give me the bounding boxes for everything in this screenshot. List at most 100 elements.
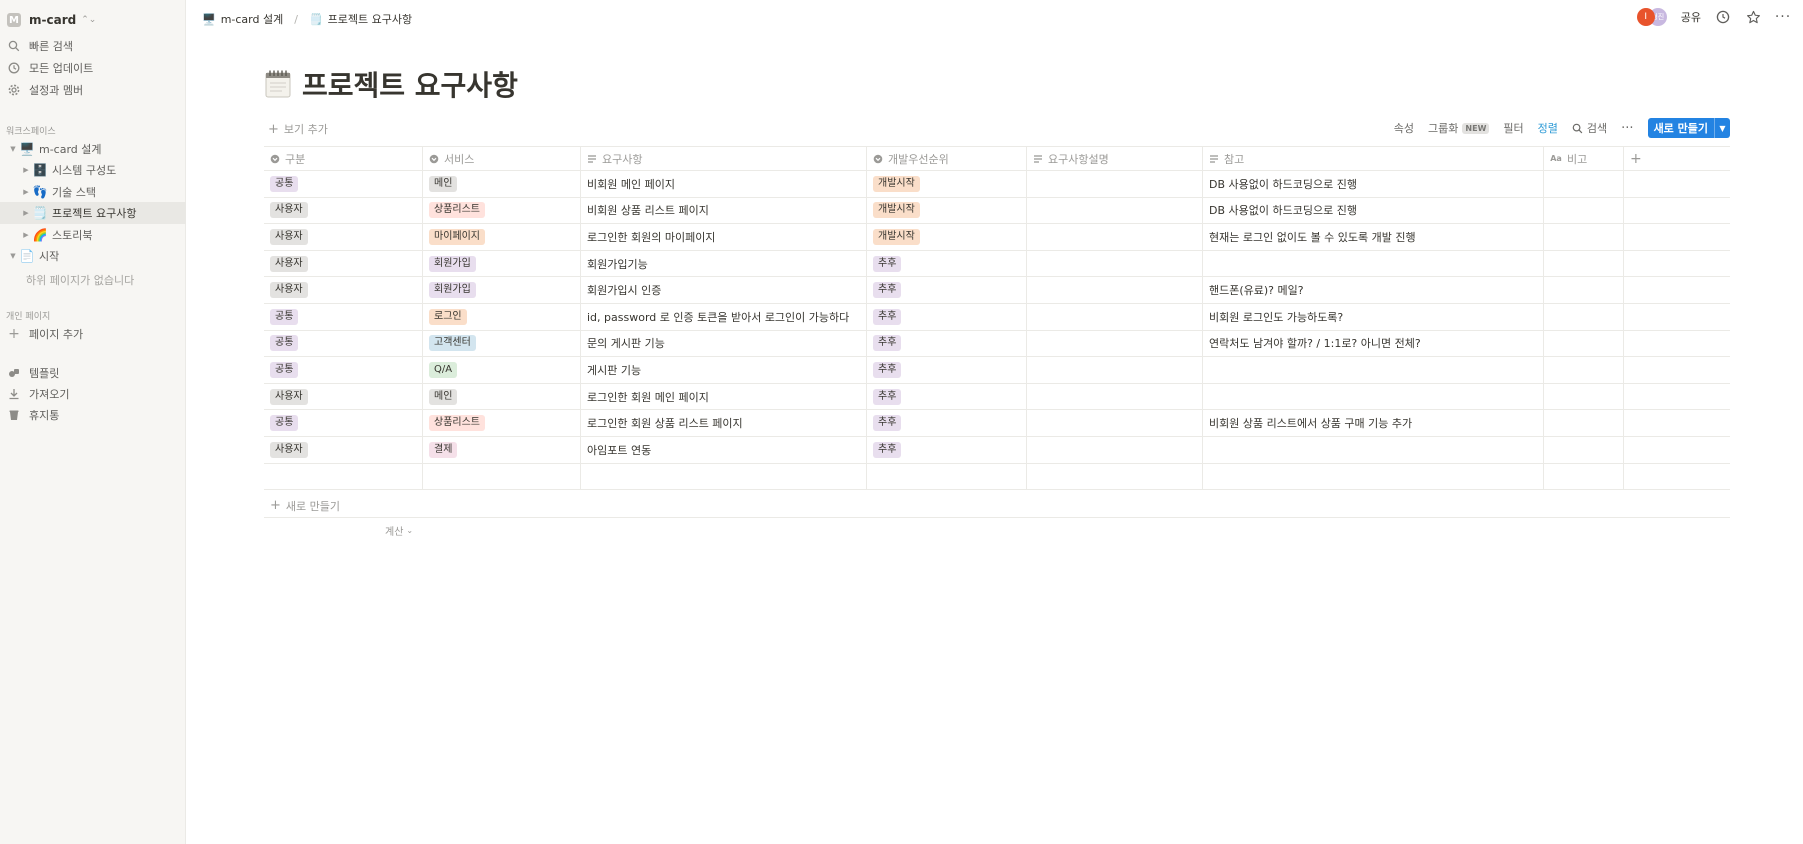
new-button[interactable]: 새로 만들기 ▼ [1647, 118, 1730, 138]
service-cell[interactable]: 상품리스트 [423, 197, 581, 224]
table-cell[interactable] [867, 463, 1027, 490]
description-cell[interactable] [1027, 436, 1203, 463]
category-cell[interactable]: 공통 [264, 303, 423, 330]
table-row[interactable]: 공통 고객센터 문의 게시판 기능 추후 연락처도 남겨야 할까? / 1:1로? 아니… [264, 330, 1730, 358]
priority-cell[interactable]: 추후 [867, 250, 1027, 277]
table-cell[interactable] [1544, 463, 1624, 490]
priority-cell[interactable]: 추후 [867, 410, 1027, 436]
sidebar-item-trash[interactable]: 휴지통 [0, 404, 186, 426]
sidebar-item-start[interactable]: ▼ 📄 시작 [0, 245, 186, 267]
description-cell[interactable] [1027, 171, 1203, 197]
note-cell[interactable] [1203, 383, 1544, 410]
table-row[interactable]: 공통 메인 비회원 메인 페이지 개발시작 DB 사용없이 하드코딩으로 진행 [264, 171, 1730, 198]
chevron-down-icon[interactable]: ▼ [1714, 118, 1730, 138]
remark-cell[interactable] [1544, 303, 1624, 330]
table-row[interactable]: 사용자 메인 로그인한 회원 메인 페이지 추후 [264, 383, 1730, 411]
caret-right-icon[interactable]: ▶ [20, 188, 32, 196]
remark-cell[interactable] [1544, 357, 1624, 383]
more-options-icon[interactable]: ··· [1775, 9, 1791, 25]
star-icon[interactable] [1745, 9, 1761, 25]
description-cell[interactable] [1027, 303, 1203, 330]
category-cell[interactable]: 사용자 [264, 383, 423, 410]
description-cell[interactable] [1027, 357, 1203, 383]
workspace-switcher[interactable]: M m-card ⌃⌄ [7, 10, 96, 30]
note-cell[interactable] [1203, 250, 1544, 277]
requirement-cell[interactable]: 로그인한 회원 메인 페이지 [581, 383, 867, 410]
share-button[interactable]: 공유 [1681, 9, 1701, 25]
note-cell[interactable]: 현재는 로그인 없이도 볼 수 있도록 개발 진행 [1203, 224, 1544, 250]
table-cell[interactable] [1027, 463, 1203, 490]
empty-row[interactable] [264, 463, 1730, 491]
add-page-button[interactable]: + 페이지 추가 [0, 323, 186, 345]
service-cell[interactable]: Q/A [423, 357, 581, 383]
category-cell[interactable]: 사용자 [264, 197, 423, 224]
table-cell[interactable] [423, 463, 581, 490]
description-cell[interactable] [1027, 277, 1203, 303]
requirement-cell[interactable]: 회원가입기능 [581, 250, 867, 277]
remark-cell[interactable] [1544, 197, 1624, 224]
sort-button[interactable]: 정렬 [1538, 120, 1558, 136]
new-button-label[interactable]: 새로 만들기 [1648, 118, 1714, 138]
remark-cell[interactable] [1544, 383, 1624, 410]
add-column-button[interactable]: + [1624, 147, 1730, 170]
note-cell[interactable]: 비회원 로그인도 가능하도록? [1203, 303, 1544, 330]
sidebar-item-all-updates[interactable]: 모든 업데이트 [0, 57, 186, 79]
properties-button[interactable]: 속성 [1394, 120, 1414, 136]
sidebar-item-import[interactable]: 가져오기 [0, 383, 186, 405]
note-cell[interactable] [1203, 436, 1544, 463]
column-header-requirement[interactable]: 요구사항 [581, 147, 867, 170]
requirement-cell[interactable]: 로그인한 회원 상품 리스트 페이지 [581, 410, 867, 436]
priority-cell[interactable]: 개발시작 [867, 224, 1027, 250]
note-cell[interactable]: 연락처도 남겨야 할까? / 1:1로? 아니면 전체? [1203, 330, 1544, 357]
requirement-cell[interactable]: id, password 로 인증 토큰을 받아서 로그인이 가능하다 [581, 303, 867, 330]
sidebar-item-tech-stack[interactable]: ▶ 👣 기술 스택 [0, 181, 186, 203]
note-cell[interactable] [1203, 357, 1544, 383]
category-cell[interactable]: 공통 [264, 357, 423, 383]
search-button[interactable]: 검색 [1572, 120, 1607, 136]
priority-cell[interactable]: 추후 [867, 357, 1027, 383]
table-row[interactable]: 공통 로그인 id, password 로 인증 토큰을 받아서 로그인이 가능하다… [264, 303, 1730, 331]
category-cell[interactable]: 사용자 [264, 277, 423, 303]
table-cell[interactable] [1203, 463, 1544, 490]
calculate-button[interactable]: 계산 ⌄ [385, 523, 413, 538]
remark-cell[interactable] [1544, 171, 1624, 197]
sidebar-item-settings[interactable]: 설정과 멤버 [0, 79, 186, 101]
page-title-text[interactable]: 프로젝트 요구사항 [302, 64, 518, 104]
caret-down-icon[interactable]: ▼ [7, 252, 19, 260]
note-cell[interactable]: 비회원 상품 리스트에서 상품 구매 기능 추가 [1203, 410, 1544, 436]
table-row[interactable]: 공통 Q/A 게시판 기능 추후 [264, 357, 1730, 384]
more-options-icon[interactable]: ··· [1621, 121, 1633, 136]
service-cell[interactable]: 결제 [423, 436, 581, 463]
service-cell[interactable]: 상품리스트 [423, 410, 581, 436]
filter-button[interactable]: 필터 [1503, 120, 1523, 136]
category-cell[interactable]: 공통 [264, 410, 423, 436]
note-cell[interactable]: 핸드폰(유료)? 메일? [1203, 277, 1544, 303]
remark-cell[interactable] [1544, 250, 1624, 277]
notepad-emoji-icon[interactable] [264, 69, 292, 99]
service-cell[interactable]: 로그인 [423, 303, 581, 330]
requirement-cell[interactable]: 로그인한 회원의 마이페이지 [581, 224, 867, 250]
service-cell[interactable]: 메인 [423, 383, 581, 410]
description-cell[interactable] [1027, 197, 1203, 224]
column-header-service[interactable]: 서비스 [423, 147, 581, 170]
column-header-remark[interactable]: Aa 비고 [1544, 147, 1624, 170]
group-button[interactable]: 그룹화 NEW [1428, 120, 1490, 136]
sidebar-item-storybook[interactable]: ▶ 🌈 스토리북 [0, 224, 186, 246]
category-cell[interactable]: 사용자 [264, 436, 423, 463]
description-cell[interactable] [1027, 410, 1203, 436]
category-cell[interactable]: 사용자 [264, 250, 423, 277]
service-cell[interactable]: 마이페이지 [423, 224, 581, 250]
caret-right-icon[interactable]: ▶ [20, 209, 32, 217]
priority-cell[interactable]: 추후 [867, 277, 1027, 303]
add-view-button[interactable]: + 보기 추가 [268, 121, 328, 137]
column-header-priority[interactable]: 개발우선순위 [867, 147, 1027, 170]
description-cell[interactable] [1027, 383, 1203, 410]
requirement-cell[interactable]: 비회원 메인 페이지 [581, 171, 867, 197]
priority-cell[interactable]: 개발시작 [867, 171, 1027, 197]
requirement-cell[interactable]: 회원가입시 인증 [581, 277, 867, 303]
description-cell[interactable] [1027, 330, 1203, 357]
table-row[interactable]: 사용자 상품리스트 비회원 상품 리스트 페이지 개발시작 DB 사용없이 하드코딩으로… [264, 197, 1730, 225]
note-cell[interactable]: DB 사용없이 하드코딩으로 진행 [1203, 171, 1544, 197]
table-row[interactable]: 사용자 마이페이지 로그인한 회원의 마이페이지 개발시작 현재는 로그인 없이도 볼 … [264, 224, 1730, 251]
description-cell[interactable] [1027, 224, 1203, 250]
